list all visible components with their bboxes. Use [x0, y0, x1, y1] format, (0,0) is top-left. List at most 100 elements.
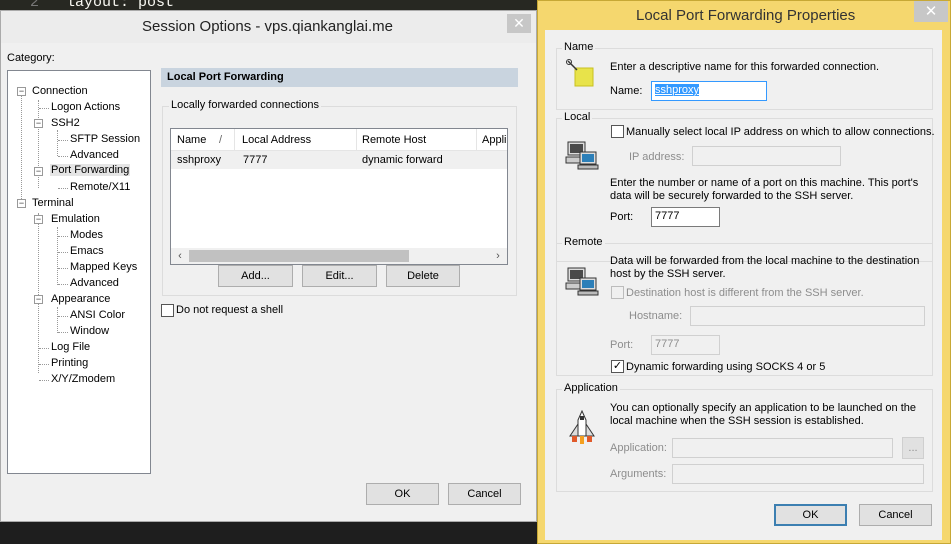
ok-button[interactable]: OK	[366, 483, 439, 505]
port-field[interactable]: 7777	[651, 207, 720, 227]
tree-connector	[58, 188, 68, 189]
session-options-titlebar[interactable]: Session Options - vps.qiankanglai.me ✕	[1, 11, 536, 43]
properties-title: Local Port Forwarding Properties	[636, 7, 856, 24]
tree-item-log-file[interactable]: Log File	[51, 341, 90, 353]
session-options-window: Session Options - vps.qiankanglai.me ✕ C…	[0, 10, 537, 522]
horizontal-scrollbar[interactable]: ‹ ›	[171, 248, 507, 264]
checkmark-icon: ✓	[612, 360, 623, 372]
hostname-label: Hostname:	[629, 310, 683, 322]
column-divider[interactable]	[476, 129, 477, 151]
tree-connector	[39, 348, 49, 349]
scrollbar-thumb[interactable]	[189, 250, 409, 262]
arguments-field[interactable]	[672, 464, 924, 484]
remote-port-field[interactable]: 7777	[651, 335, 720, 355]
column-header-local-address[interactable]: Local Address	[242, 134, 311, 146]
tree-connector	[58, 140, 68, 141]
tree-item-terminal[interactable]: Terminal	[32, 197, 74, 209]
cancel-button[interactable]: Cancel	[448, 483, 521, 505]
tree-item-port-forwarding[interactable]: Port Forwarding	[50, 164, 131, 176]
close-icon: ✕	[924, 3, 938, 20]
tree-item-connection[interactable]: Connection	[32, 85, 88, 97]
remote-port-value: 7777	[655, 338, 680, 350]
row-remote-host: dynamic forward	[362, 154, 443, 166]
name-field[interactable]: sshproxy	[651, 81, 767, 101]
tree-item-modes[interactable]: Modes	[70, 229, 103, 241]
application-description-line2: local machine when the SSH session is es…	[610, 415, 864, 427]
close-icon: ✕	[513, 15, 525, 31]
tree-connector	[39, 364, 49, 365]
category-tree[interactable]: − Connection Logon Actions − SSH2 SFTP S…	[7, 70, 151, 474]
port-value: 7777	[655, 210, 680, 222]
destination-different-label: Destination host is different from the S…	[626, 287, 864, 299]
properties-cancel-button[interactable]: Cancel	[859, 504, 932, 526]
column-header-name[interactable]: Name	[177, 134, 206, 146]
name-label: Name:	[610, 85, 643, 97]
properties-client-area: Name Enter a descriptive name for this f…	[545, 30, 942, 540]
scroll-left-icon[interactable]: ‹	[172, 249, 188, 263]
tree-item-logon-actions[interactable]: Logon Actions	[51, 101, 120, 113]
hostname-field[interactable]	[690, 306, 925, 326]
remote-port-label: Port:	[610, 339, 634, 351]
tree-item-emulation-advanced[interactable]: Advanced	[70, 277, 119, 289]
tree-item-emulation[interactable]: Emulation	[51, 213, 100, 225]
name-group-label: Name	[562, 41, 596, 53]
tree-item-xyzmodem[interactable]: X/Y/Zmodem	[51, 373, 115, 385]
destination-different-checkbox[interactable]	[611, 286, 624, 299]
panel-header: Local Port Forwarding	[161, 68, 518, 87]
tree-item-printing[interactable]: Printing	[51, 357, 88, 369]
no-shell-label: Do not request a shell	[176, 304, 284, 316]
application-field[interactable]	[672, 438, 893, 458]
properties-ok-button[interactable]: OK	[774, 504, 847, 526]
name-description: Enter a descriptive name for this forwar…	[610, 61, 880, 73]
tree-connector	[21, 93, 22, 205]
application-group-label: Application	[562, 382, 620, 394]
properties-close-button[interactable]: ✕	[914, 1, 948, 22]
tree-connector	[58, 268, 68, 269]
tree-item-window[interactable]: Window	[70, 325, 109, 337]
ip-address-field[interactable]	[692, 146, 841, 166]
ip-address-label: IP address:	[629, 151, 685, 163]
collapse-icon[interactable]: −	[34, 215, 43, 224]
computer-icon	[565, 141, 599, 170]
port-description-line2: data will be securely forwarded to the S…	[610, 190, 854, 202]
scroll-right-icon[interactable]: ›	[490, 249, 506, 263]
column-header-remote-host[interactable]: Remote Host	[362, 134, 426, 146]
collapse-icon[interactable]: −	[34, 167, 43, 176]
tree-connector	[58, 332, 68, 333]
application-description-line1: You can optionally specify an applicatio…	[610, 402, 916, 414]
sort-indicator-icon: /	[219, 134, 223, 146]
no-shell-checkbox[interactable]	[161, 304, 174, 317]
collapse-icon[interactable]: −	[17, 87, 26, 96]
socks-checkbox[interactable]: ✓	[611, 360, 624, 373]
table-row[interactable]: sshproxy 7777 dynamic forward	[171, 151, 507, 169]
manual-ip-checkbox[interactable]	[611, 125, 624, 138]
tree-item-emacs[interactable]: Emacs	[70, 245, 104, 257]
add-button[interactable]: Add...	[218, 265, 293, 287]
tree-item-ansi-color[interactable]: ANSI Color	[70, 309, 125, 321]
column-divider[interactable]	[234, 129, 235, 151]
manual-ip-label: Manually select local IP address on whic…	[626, 126, 935, 138]
remote-group-label: Remote	[562, 236, 605, 248]
tree-item-remote-x11[interactable]: Remote/X11	[70, 181, 130, 193]
column-header-application[interactable]: Appli	[482, 134, 506, 146]
category-label: Category:	[7, 52, 55, 64]
arguments-label: Arguments:	[610, 468, 667, 480]
collapse-icon[interactable]: −	[34, 295, 43, 304]
tree-item-sftp-session[interactable]: SFTP Session	[70, 133, 140, 145]
collapse-icon[interactable]: −	[17, 199, 26, 208]
forwarded-connections-list[interactable]: Name / Local Address Remote Host Appli s…	[170, 128, 508, 265]
collapse-icon[interactable]: −	[34, 119, 43, 128]
tree-connector	[39, 380, 49, 381]
tree-item-appearance[interactable]: Appearance	[51, 293, 110, 305]
column-divider[interactable]	[356, 129, 357, 151]
tree-item-ssh2-advanced[interactable]: Advanced	[70, 149, 119, 161]
port-description-line1: Enter the number or name of a port on th…	[610, 177, 919, 189]
tree-item-ssh2[interactable]: SSH2	[51, 117, 80, 129]
tree-item-mapped-keys[interactable]: Mapped Keys	[70, 261, 137, 273]
session-options-close-button[interactable]: ✕	[507, 14, 531, 33]
name-value: sshproxy	[655, 84, 700, 96]
browse-button[interactable]: ...	[902, 437, 924, 459]
port-label: Port:	[610, 211, 634, 223]
edit-button[interactable]: Edit...	[302, 265, 377, 287]
delete-button[interactable]: Delete	[386, 265, 460, 287]
